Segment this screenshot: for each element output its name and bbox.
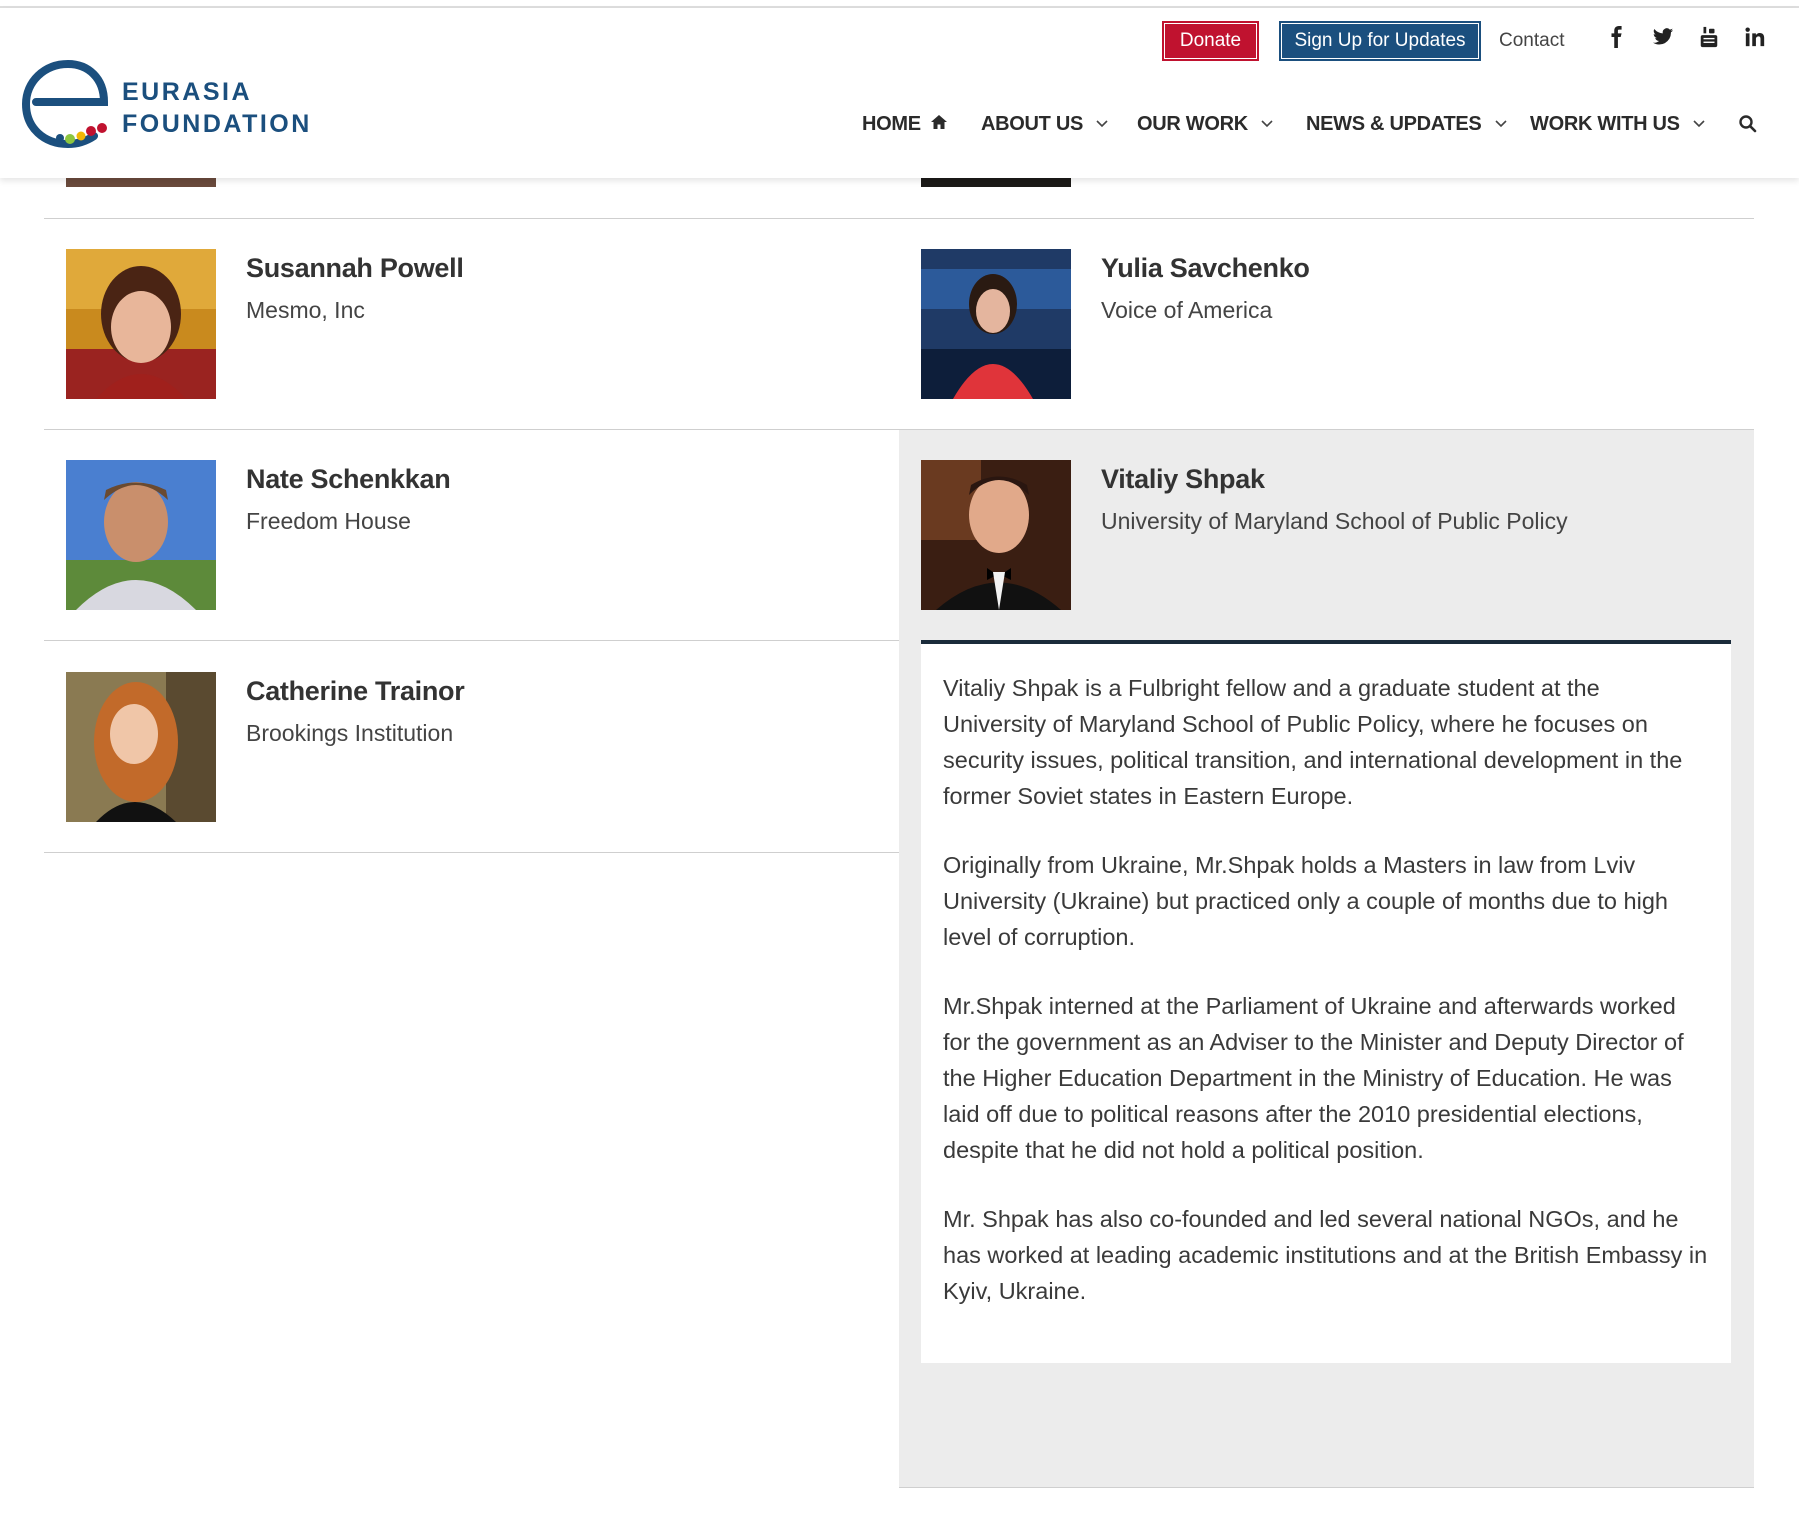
home-icon xyxy=(931,115,948,129)
bio-paragraph: Vitaliy Shpak is a Fulbright fellow and … xyxy=(943,675,1683,809)
person-photo xyxy=(66,249,216,399)
linkedin-icon[interactable] xyxy=(1743,26,1767,52)
person-organization: University of Maryland School of Public … xyxy=(1101,508,1568,534)
nav-our-work-label: OUR WORK xyxy=(1137,113,1248,135)
nav-about-us[interactable]: ABOUT US xyxy=(981,113,1108,136)
contact-link[interactable]: Contact xyxy=(1499,30,1564,52)
nav-work-with-us[interactable]: WORK WITH US xyxy=(1530,113,1705,136)
signup-updates-button[interactable]: Sign Up for Updates xyxy=(1279,21,1481,61)
logo-line-2: FOUNDATION xyxy=(122,110,312,138)
person-card-nate-schenkkan[interactable]: Nate Schenkkan Freedom House xyxy=(66,460,866,610)
person-card-vitaliy-shpak[interactable]: Vitaliy Shpak University of Maryland Sch… xyxy=(921,460,1721,610)
nav-about-us-label: ABOUT US xyxy=(981,113,1084,135)
bio-paragraph: Mr. Shpak has also co-founded and led se… xyxy=(943,1206,1708,1304)
person-name: Catherine Trainor xyxy=(246,676,465,706)
logo-line-1: EURASIA xyxy=(122,78,253,106)
person-photo xyxy=(921,249,1071,399)
person-card-susannah-powell[interactable]: Susannah Powell Mesmo, Inc xyxy=(66,249,866,399)
person-name: Vitaliy Shpak xyxy=(1101,464,1265,494)
twitter-icon[interactable] xyxy=(1651,26,1675,52)
site-header: EURASIA FOUNDATION Donate Sign Up for Up… xyxy=(0,8,1799,178)
donate-button[interactable]: Donate xyxy=(1162,21,1259,61)
logo-wordmark: EURASIA FOUNDATION xyxy=(122,76,312,140)
nav-news-updates-label: NEWS & UPDATES xyxy=(1306,113,1482,135)
youtube-icon[interactable] xyxy=(1697,26,1721,52)
person-organization: Freedom House xyxy=(246,508,411,534)
person-card-yulia-savchenko[interactable]: Yulia Savchenko Voice of America xyxy=(921,249,1721,399)
person-name: Nate Schenkkan xyxy=(246,464,451,494)
nav-our-work[interactable]: OUR WORK xyxy=(1137,113,1273,136)
person-photo xyxy=(921,460,1071,610)
person-card-catherine-trainor[interactable]: Catherine Trainor Brookings Institution xyxy=(66,672,866,822)
row-divider xyxy=(44,852,899,853)
row-divider xyxy=(899,1487,1754,1488)
chevron-down-icon xyxy=(1096,120,1108,128)
person-organization: Brookings Institution xyxy=(246,720,454,746)
site-logo[interactable]: EURASIA FOUNDATION xyxy=(22,56,322,156)
eurasia-e-logo-icon xyxy=(22,59,109,149)
facebook-icon[interactable] xyxy=(1605,26,1629,52)
chevron-down-icon xyxy=(1693,120,1705,128)
bio-panel: Vitaliy Shpak is a Fulbright fellow and … xyxy=(921,640,1731,1363)
row-divider xyxy=(44,218,1754,219)
chevron-down-icon xyxy=(1261,120,1273,128)
row-divider xyxy=(44,640,899,641)
nav-home[interactable]: HOME xyxy=(862,113,948,136)
chevron-down-icon xyxy=(1495,120,1507,128)
nav-home-label: HOME xyxy=(862,113,921,135)
person-name: Susannah Powell xyxy=(246,253,464,283)
person-organization: Mesmo, Inc xyxy=(246,297,365,323)
bio-paragraph: Mr.Shpak interned at the Parliament of U… xyxy=(943,993,1684,1163)
search-icon[interactable] xyxy=(1738,114,1760,136)
person-organization: Voice of America xyxy=(1101,297,1273,323)
nav-work-with-us-label: WORK WITH US xyxy=(1530,113,1680,135)
person-photo xyxy=(66,460,216,610)
bio-paragraph: Originally from Ukraine, Mr.Shpak holds … xyxy=(943,852,1668,950)
nav-news-updates[interactable]: NEWS & UPDATES xyxy=(1306,113,1507,136)
person-name: Yulia Savchenko xyxy=(1101,253,1310,283)
person-photo xyxy=(66,672,216,822)
